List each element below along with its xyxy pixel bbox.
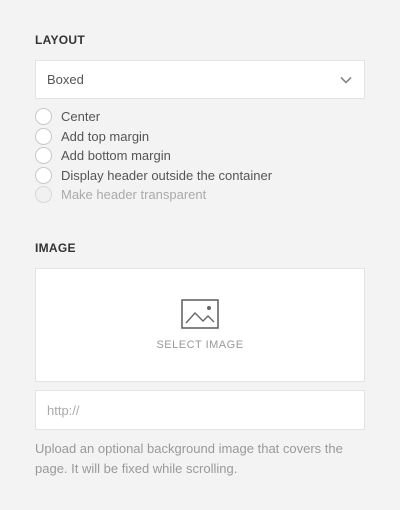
image-help-text: Upload an optional background image that… xyxy=(35,441,343,476)
option-add-top-margin[interactable]: Add top margin xyxy=(35,127,365,147)
select-image-button[interactable]: SELECT IMAGE xyxy=(35,268,365,382)
option-add-bottom-margin-label: Add bottom margin xyxy=(61,148,171,164)
layout-select[interactable]: Boxed xyxy=(35,60,365,99)
radio-header-transparent xyxy=(35,186,52,204)
radio-header-outside[interactable] xyxy=(35,166,52,184)
image-icon xyxy=(181,299,219,329)
option-header-transparent-label: Make header transparent xyxy=(61,187,207,203)
option-add-bottom-margin[interactable]: Add bottom margin xyxy=(35,146,365,166)
option-center-label: Center xyxy=(61,109,101,125)
layout-options: Center Add top margin Add bottom margin … xyxy=(35,107,365,205)
image-section-title: IMAGE xyxy=(35,241,76,255)
layout-section-title: LAYOUT xyxy=(35,33,86,47)
radio-center[interactable] xyxy=(35,108,52,126)
select-image-label: SELECT IMAGE xyxy=(156,339,244,351)
option-add-top-margin-label: Add top margin xyxy=(61,128,150,144)
image-url-input[interactable] xyxy=(35,390,365,430)
option-center[interactable]: Center xyxy=(35,107,365,127)
chevron-down-icon xyxy=(340,76,352,84)
option-header-outside[interactable]: Display header outside the container xyxy=(35,166,365,186)
option-header-outside-label: Display header outside the container xyxy=(61,167,273,183)
layout-select-value: Boxed xyxy=(47,72,84,87)
option-header-transparent: Make header transparent xyxy=(35,185,365,205)
radio-add-bottom-margin[interactable] xyxy=(35,147,52,165)
radio-add-top-margin[interactable] xyxy=(35,127,52,145)
